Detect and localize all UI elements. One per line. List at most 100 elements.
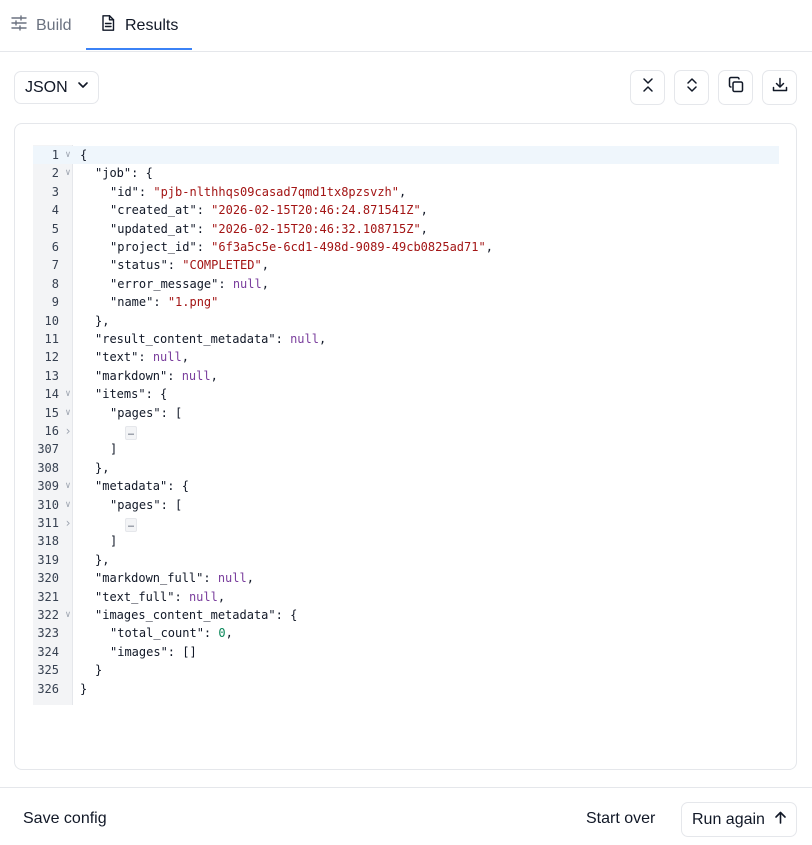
code-token: : [ — [160, 497, 183, 512]
fold-open-icon[interactable]: ∨ — [63, 477, 73, 495]
code-token: : — [218, 276, 233, 291]
code-token: null — [290, 332, 319, 346]
code-token: : — [167, 368, 182, 383]
fold-open-icon[interactable]: ∨ — [63, 385, 73, 403]
code-line: 8 "error_message": null, — [33, 275, 779, 293]
code-token: : — [138, 350, 153, 365]
code-text: "pages": [ — [110, 496, 182, 514]
code-text: "metadata": { — [95, 477, 189, 495]
code-text: "status": "COMPLETED", — [110, 256, 269, 274]
fold-closed-icon[interactable]: › — [63, 422, 73, 440]
code-line: 322 ∨ "images_content_metadata": { — [33, 606, 779, 624]
tab-build[interactable]: Build — [10, 0, 72, 51]
code-text: }, — [95, 312, 109, 330]
code-token: null — [188, 589, 218, 604]
code-token: "project_id" — [110, 240, 197, 254]
code-token: , — [399, 184, 407, 199]
code-token: null — [152, 350, 182, 365]
code-token: , — [217, 589, 226, 604]
code-token: , — [485, 240, 493, 254]
code-text: ] — [110, 440, 117, 458]
fold-open-icon[interactable]: ∨ — [63, 496, 73, 514]
code-token: "pages" — [110, 405, 161, 420]
fold-open-icon[interactable]: ∨ — [63, 404, 73, 422]
code-token: "images" — [110, 644, 168, 659]
code-line: 310 ∨ "pages": [ — [33, 496, 779, 514]
code-line: 15 ∨ "pages": [ — [33, 404, 779, 422]
code-line: 323 "total_count": 0, — [33, 624, 779, 642]
code-token: : — [203, 626, 219, 641]
code-token: : — [196, 240, 212, 254]
code-token: : { — [145, 387, 168, 402]
tab-build-label: Build — [36, 16, 72, 34]
run-again-button[interactable]: Run again — [681, 802, 797, 837]
document-icon — [99, 14, 117, 37]
line-number: 308 — [37, 460, 59, 475]
code-line: 16 ›… — [33, 422, 779, 440]
code-token: "2026-02-15T20:46:32.108715Z" — [211, 221, 421, 236]
code-token: "total_count" — [110, 626, 204, 641]
line-number: 14 — [44, 387, 59, 402]
expand-all-button[interactable] — [674, 70, 709, 105]
fold-open-icon[interactable]: ∨ — [63, 164, 73, 182]
code-token: "pjb-nlthhqs09casad7qmd1tx8pzsvzh" — [153, 184, 399, 199]
code-token: : — [167, 258, 183, 273]
code-token: : — [275, 332, 291, 346]
code-text: "images_content_metadata": { — [95, 606, 297, 624]
code-text: "project_id": "6f3a5c5e-6cd1-498d-9089-4… — [110, 238, 493, 256]
code-text: "id": "pjb-nlthhqs09casad7qmd1tx8pzsvzh"… — [110, 183, 406, 201]
tab-results[interactable]: Results — [99, 0, 178, 51]
code-line: 2 ∨ "job": { — [33, 164, 779, 182]
copy-button[interactable] — [718, 70, 753, 105]
code-token: "metadata" — [95, 479, 168, 494]
download-icon — [771, 76, 789, 99]
collapse-all-button[interactable] — [630, 70, 665, 105]
code-token: , — [420, 221, 428, 236]
code-token: , — [210, 368, 218, 383]
code-token: , — [225, 626, 233, 641]
code-token: null — [217, 571, 247, 586]
code-token: : — [174, 589, 189, 604]
code-token: "job" — [95, 166, 132, 181]
code-token: "COMPLETED" — [182, 258, 262, 273]
code-line: 307] — [33, 440, 779, 458]
download-button[interactable] — [762, 70, 797, 105]
line-number: 320 — [37, 571, 59, 586]
code-line: 13 "markdown": null, — [33, 367, 779, 385]
code-line: 311 ›… — [33, 514, 779, 532]
code-line: 11 "result_content_metadata": null, — [33, 330, 779, 348]
code-text: "images": [] — [110, 643, 197, 661]
code-text: "job": { — [95, 164, 153, 182]
code-line: 4 "created_at": "2026-02-15T20:46:24.8715… — [33, 201, 779, 219]
code-token: : [] — [167, 644, 197, 659]
code-token: : — [196, 203, 212, 218]
save-config-button[interactable]: Save config — [23, 810, 107, 828]
code-token: "updated_at" — [110, 221, 197, 236]
code-line: 3 "id": "pjb-nlthhqs09casad7qmd1tx8pzsvzh… — [33, 183, 779, 201]
line-number: 307 — [37, 442, 59, 457]
code-token: "markdown_full" — [95, 571, 204, 586]
line-number: 3 — [51, 184, 59, 199]
format-select[interactable]: JSON — [14, 71, 99, 104]
code-token: "text_full" — [95, 589, 175, 604]
fold-open-icon[interactable]: ∨ — [63, 146, 73, 164]
line-number: 10 — [44, 313, 59, 328]
code-text: … — [125, 514, 138, 532]
line-number: 11 — [44, 332, 59, 346]
code-token: "items" — [95, 387, 146, 402]
code-text: "updated_at": "2026-02-15T20:46:32.10871… — [110, 220, 428, 238]
start-over-button[interactable]: Start over — [586, 810, 655, 828]
expand-all-icon — [683, 76, 701, 99]
folded-content-placeholder[interactable]: … — [125, 426, 138, 440]
code-token: "2026-02-15T20:46:24.871541Z" — [211, 203, 421, 218]
code-token: } — [80, 681, 88, 696]
fold-open-icon[interactable]: ∨ — [63, 606, 73, 624]
code-token: "name" — [110, 295, 154, 310]
code-token: , — [261, 258, 269, 273]
code-token: "error_message" — [110, 276, 219, 291]
code-token: , — [246, 571, 254, 586]
fold-closed-icon[interactable]: › — [63, 514, 73, 532]
json-editor[interactable]: 1 ∨{2 ∨ "job": {3 "id": "pjb-nlthhqs09casad7… — [33, 145, 779, 705]
folded-content-placeholder[interactable]: … — [125, 518, 138, 532]
code-line: 6 "project_id": "6f3a5c5e-6cd1-498d-9089-… — [33, 238, 779, 256]
